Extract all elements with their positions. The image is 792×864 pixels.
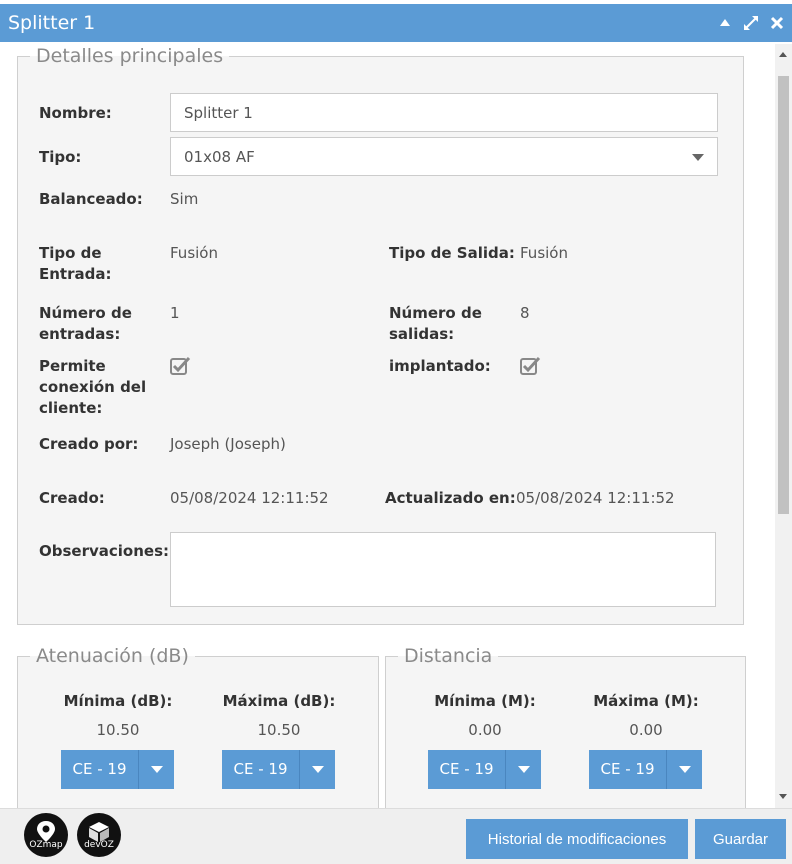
collapse-icon[interactable]: [716, 14, 734, 32]
atenuacion-maxima-value: 10.50: [257, 721, 301, 739]
distancia-maxima-value: 0.00: [629, 721, 663, 739]
vertical-scrollbar[interactable]: [775, 44, 792, 808]
checkbox-checked-icon: [520, 356, 541, 375]
titlebar-bar: Splitter 1: [0, 4, 792, 42]
window-titlebar: Splitter 1: [0, 0, 792, 44]
permite-conexion-checkbox[interactable]: [170, 356, 191, 376]
nombre-input[interactable]: Splitter 1: [170, 93, 718, 132]
chevron-down-icon: [692, 154, 704, 161]
atenuacion-maxima-label: Máxima (dB):: [222, 692, 336, 710]
ozmap-logo[interactable]: OZmap: [24, 813, 68, 857]
chevron-down-icon: [667, 766, 702, 773]
observaciones-label: Observaciones:: [39, 542, 170, 560]
atenuacion-maxima-unit-label: CE - 19: [222, 750, 300, 789]
num-salidas-label: Número de salidas:: [389, 304, 482, 343]
implantado-checkbox[interactable]: [520, 356, 541, 376]
distancia-maxima-unit-label: CE - 19: [589, 750, 667, 789]
guardar-button[interactable]: Guardar: [695, 819, 786, 859]
historial-button[interactable]: Historial de modificaciones: [466, 819, 688, 859]
balanceado-value: Sim: [170, 190, 199, 208]
distancia-minima-unit-label: CE - 19: [428, 750, 506, 789]
atenuacion-minima-value: 10.50: [96, 721, 140, 739]
atenuacion-minima-label: Mínima (dB):: [63, 692, 173, 710]
distancia-minima-value: 0.00: [468, 721, 502, 739]
num-salidas-value: 8: [520, 304, 530, 322]
distancia-legend: Distancia: [404, 645, 493, 667]
tipo-select[interactable]: 01x08 AF: [170, 137, 718, 176]
tipo-entrada-value: Fusión: [170, 244, 218, 262]
distancia-maxima-unit-dropdown[interactable]: CE - 19: [589, 750, 702, 789]
devoz-logo[interactable]: devOZ: [77, 813, 121, 857]
form-scroll-area: Detalles principales Nombre: Splitter 1 …: [0, 44, 792, 808]
actualizado-value: 05/08/2024 12:11:52: [516, 489, 675, 507]
checkbox-checked-icon: [170, 356, 191, 375]
chevron-down-icon: [300, 766, 335, 773]
dialog-footer: OZmap devOZ Historial de modificaciones …: [0, 808, 792, 864]
tipo-label: Tipo:: [39, 148, 82, 166]
distancia-minima-label: Mínima (M):: [434, 692, 536, 710]
observaciones-textarea[interactable]: [170, 532, 716, 607]
creado-value: 05/08/2024 12:11:52: [170, 489, 329, 507]
actualizado-label: Actualizado en:: [385, 489, 516, 507]
chevron-down-icon: [139, 766, 174, 773]
permite-conexion-label: Permite conexión del cliente:: [39, 357, 147, 417]
nombre-value: Splitter 1: [184, 103, 253, 122]
atenuacion-minima-unit-label: CE - 19: [61, 750, 139, 789]
tipo-salida-label: Tipo de Salida:: [389, 244, 515, 262]
distancia-minima-unit-dropdown[interactable]: CE - 19: [428, 750, 541, 789]
distancia-maxima-label: Máxima (M):: [593, 692, 699, 710]
chevron-down-icon: [506, 766, 541, 773]
expand-icon[interactable]: [742, 14, 760, 32]
tipo-salida-value: Fusión: [520, 244, 568, 262]
num-entradas-label: Número de entradas:: [39, 304, 132, 343]
balanceado-label: Balanceado:: [39, 190, 143, 208]
close-icon[interactable]: [768, 14, 786, 32]
num-entradas-value: 1: [170, 304, 180, 322]
scroll-down-icon[interactable]: [779, 794, 787, 799]
creado-por-value: Joseph (Joseph): [170, 435, 286, 453]
atenuacion-maxima-unit-dropdown[interactable]: CE - 19: [222, 750, 335, 789]
tipo-selected: 01x08 AF: [184, 147, 255, 166]
nombre-label: Nombre:: [39, 104, 112, 122]
tipo-entrada-label: Tipo de Entrada:: [39, 244, 112, 283]
atenuacion-legend: Atenuación (dB): [36, 645, 189, 667]
implantado-label: implantado:: [389, 357, 491, 375]
window-title: Splitter 1: [8, 12, 96, 34]
main-details-legend: Detalles principales: [36, 45, 224, 67]
creado-por-label: Creado por:: [39, 435, 139, 453]
scrollbar-thumb[interactable]: [778, 76, 789, 514]
atenuacion-minima-unit-dropdown[interactable]: CE - 19: [61, 750, 174, 789]
creado-label: Creado:: [39, 489, 105, 507]
scroll-up-icon[interactable]: [779, 52, 787, 57]
